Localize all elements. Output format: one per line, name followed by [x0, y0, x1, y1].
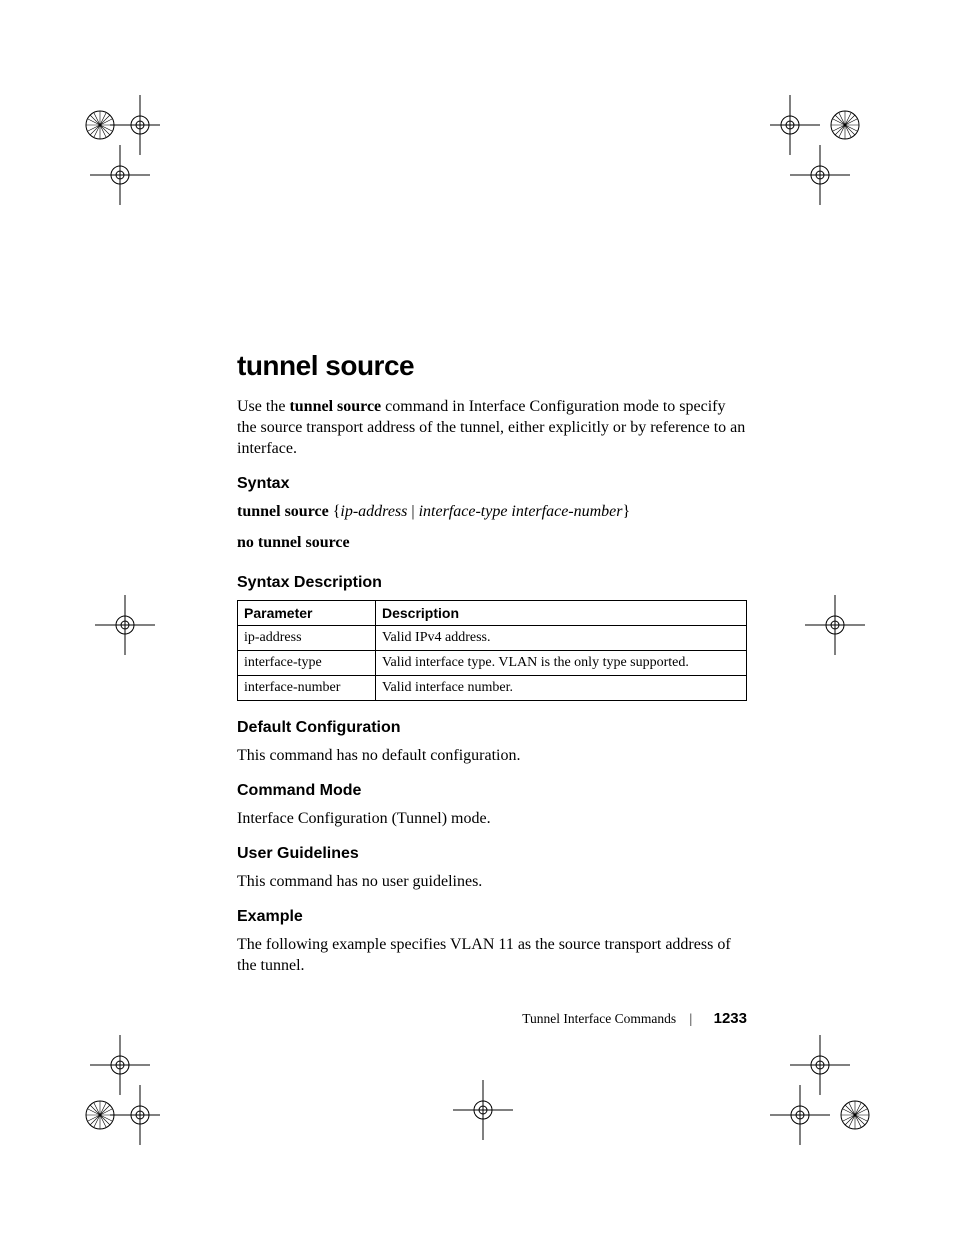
table-cell-param: ip-address [238, 625, 376, 650]
footer-section-name: Tunnel Interface Commands [522, 1011, 676, 1026]
intro-cmd: tunnel source [289, 398, 381, 415]
table-header-description: Description [376, 600, 747, 625]
syntax-heading: Syntax [237, 475, 747, 493]
registration-mark-mid-left [90, 590, 160, 660]
default-config-heading: Default Configuration [237, 719, 747, 737]
command-heading: tunnel source [237, 350, 747, 382]
page: tunnel source Use the tunnel source comm… [0, 0, 954, 1235]
table-row: interface-type Valid interface type. VLA… [238, 650, 747, 675]
table-row: ip-address Valid IPv4 address. [238, 625, 747, 650]
registration-mark-bottom-left [60, 1035, 160, 1155]
syntax-line-1: tunnel source {ip-address | interface-ty… [237, 501, 747, 522]
table-row: interface-number Valid interface number. [238, 675, 747, 700]
table-header-parameter: Parameter [238, 600, 376, 625]
intro-prefix: Use the [237, 398, 289, 415]
syntax-desc-table: Parameter Description ip-address Valid I… [237, 600, 747, 701]
syntax-line-2: no tunnel source [237, 532, 747, 553]
registration-mark-bottom-center [448, 1075, 518, 1145]
syntax-desc-heading: Syntax Description [237, 574, 747, 592]
registration-mark-top-left [60, 85, 160, 205]
footer-separator: | [690, 1011, 693, 1026]
command-mode-heading: Command Mode [237, 782, 747, 800]
table-cell-desc: Valid interface type. VLAN is the only t… [376, 650, 747, 675]
syntax-cmd: tunnel source [237, 503, 329, 520]
syntax-no-cmd: no tunnel source [237, 534, 350, 551]
content-area: tunnel source Use the tunnel source comm… [237, 350, 747, 992]
default-config-body: This command has no default configuratio… [237, 745, 747, 766]
command-mode-body: Interface Configuration (Tunnel) mode. [237, 808, 747, 829]
intro-paragraph: Use the tunnel source command in Interfa… [237, 396, 747, 459]
registration-mark-bottom-right [770, 1035, 900, 1155]
table-cell-desc: Valid IPv4 address. [376, 625, 747, 650]
syntax-open: { [329, 503, 341, 520]
footer-page-number: 1233 [714, 1010, 747, 1027]
user-guidelines-body: This command has no user guidelines. [237, 871, 747, 892]
syntax-sep: | [407, 503, 418, 520]
page-footer: Tunnel Interface Commands | 1233 [237, 1010, 747, 1027]
user-guidelines-heading: User Guidelines [237, 845, 747, 863]
syntax-p2: interface-type interface-number [419, 503, 623, 520]
example-heading: Example [237, 908, 747, 926]
syntax-p1: ip-address [340, 503, 407, 520]
example-body: The following example specifies VLAN 11 … [237, 934, 747, 976]
table-cell-desc: Valid interface number. [376, 675, 747, 700]
registration-mark-mid-right [800, 590, 870, 660]
table-cell-param: interface-number [238, 675, 376, 700]
table-cell-param: interface-type [238, 650, 376, 675]
registration-mark-top-right [770, 85, 890, 205]
syntax-close: } [623, 503, 631, 520]
